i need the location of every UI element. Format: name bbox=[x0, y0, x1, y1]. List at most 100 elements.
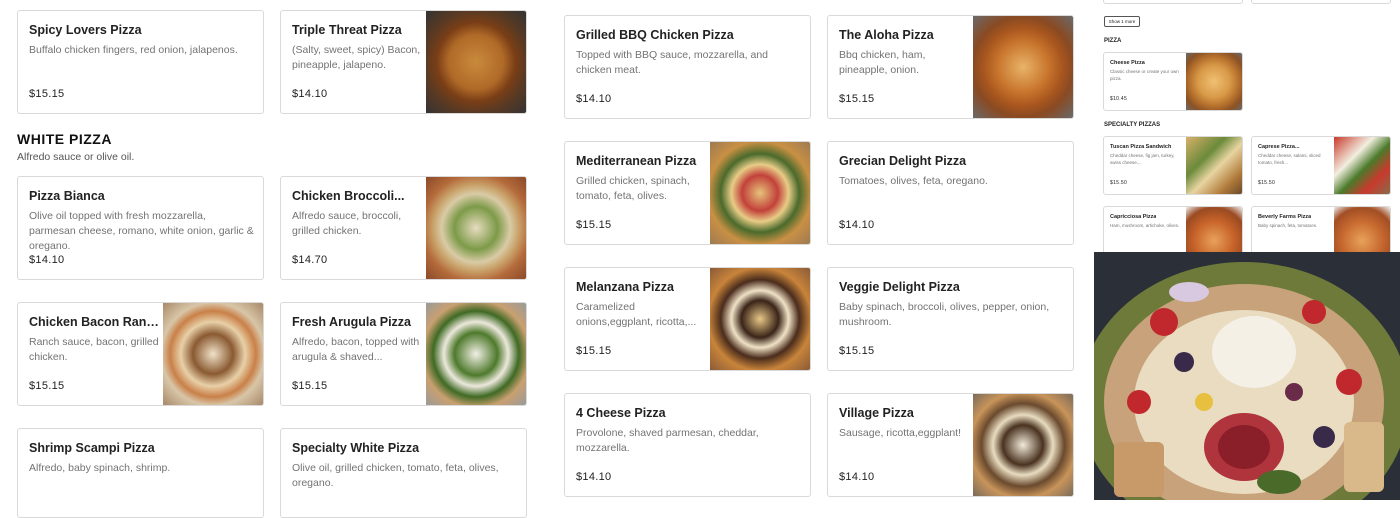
item-name: Grilled BBQ Chicken Pizza bbox=[576, 28, 734, 42]
item-description: Olive oil, grilled chicken, tomato, feta… bbox=[292, 462, 499, 489]
item-price: $15.50 bbox=[1258, 180, 1276, 186]
menu-item-card[interactable]: Grilled BBQ Chicken Pizza Topped with BB… bbox=[564, 15, 811, 119]
item-description: (Salty, sweet, spicy) Bacon, pineapple, … bbox=[292, 44, 421, 71]
item-price: $15.50 bbox=[1110, 180, 1128, 186]
item-name: Mediterranean Pizza bbox=[576, 154, 697, 168]
menu-item-card[interactable]: Mediterranean Pizza Grilled chicken, spi… bbox=[564, 141, 811, 245]
mini-card-top-left[interactable] bbox=[1103, 0, 1243, 4]
item-name: The Aloha Pizza bbox=[839, 28, 934, 42]
item-description: Ranch sauce, bacon, grilled chicken. bbox=[29, 336, 159, 363]
item-price: $14.70 bbox=[292, 254, 328, 266]
item-price: $14.10 bbox=[839, 471, 875, 483]
item-description: Caramelized onions,eggplant, ricotta,... bbox=[576, 301, 697, 328]
mini-menu-item-card[interactable]: Cheese Pizza Classic cheese or create yo… bbox=[1103, 52, 1243, 111]
menu-item-card[interactable]: The Aloha Pizza Bbq chicken, ham, pineap… bbox=[827, 15, 1074, 119]
item-description: Olive oil topped with fresh mozzarella, … bbox=[29, 210, 254, 252]
item-name: Fresh Arugula Pizza bbox=[292, 315, 412, 329]
pizza-photo bbox=[1334, 207, 1390, 255]
item-description: Alfredo sauce, broccoli, grilled chicken… bbox=[292, 210, 402, 237]
item-name: 4 Cheese Pizza bbox=[576, 406, 666, 420]
item-description: Ham, mushroom, artichoke, olives. bbox=[1110, 223, 1180, 228]
item-description: Alfredo, bacon, topped with arugula & sh… bbox=[292, 336, 420, 363]
item-price: $14.10 bbox=[29, 254, 65, 266]
menu-item-card[interactable]: Specialty White Pizza Olive oil, grilled… bbox=[280, 428, 527, 518]
menu-item-card[interactable]: Melanzana Pizza Caramelized onions,eggpl… bbox=[564, 267, 811, 371]
menu-item-card[interactable]: Chicken Broccoli... Alfredo sauce, brocc… bbox=[280, 176, 527, 280]
item-description: Alfredo, baby spinach, shrimp. bbox=[29, 462, 171, 474]
pizza-photo bbox=[973, 16, 1073, 118]
item-name: Shrimp Scampi Pizza bbox=[29, 441, 155, 455]
item-name: Village Pizza bbox=[839, 406, 914, 420]
pizza-photo bbox=[710, 142, 810, 244]
pizza-photo bbox=[426, 11, 526, 113]
item-name: Chicken Broccoli... bbox=[292, 189, 405, 203]
charcuterie-board-photo bbox=[1094, 252, 1400, 500]
item-description: Topped with BBQ sauce, mozzarella, and c… bbox=[576, 49, 769, 76]
item-description: Tomatoes, olives, feta, oregano. bbox=[839, 175, 988, 187]
item-price: $15.15 bbox=[29, 88, 65, 100]
item-description: Bbq chicken, ham, pineapple, onion. bbox=[839, 49, 926, 76]
item-price: $10.45 bbox=[1110, 96, 1128, 102]
item-price: $15.15 bbox=[839, 345, 875, 357]
item-description: Baby spinach, feta, tomatoes. bbox=[1258, 223, 1318, 228]
menu-item-card[interactable]: Shrimp Scampi Pizza Alfredo, baby spinac… bbox=[17, 428, 264, 518]
pizza-photo bbox=[973, 394, 1073, 496]
item-name: Beverly Farms Pizza bbox=[1258, 214, 1312, 220]
item-price: $15.15 bbox=[576, 219, 612, 231]
sandwich-photo bbox=[1186, 137, 1242, 194]
item-name: Melanzana Pizza bbox=[576, 280, 674, 294]
item-description: Baby spinach, broccoli, olives, pepper, … bbox=[839, 301, 1050, 328]
item-description: Sausage, ricotta,eggplant! bbox=[839, 427, 962, 439]
section-title: WHITE PIZZA bbox=[17, 131, 112, 147]
menu-item-card[interactable]: Triple Threat Pizza (Salty, sweet, spicy… bbox=[280, 10, 527, 114]
menu-item-card[interactable]: Veggie Delight Pizza Baby spinach, brocc… bbox=[827, 267, 1074, 371]
item-price: $14.10 bbox=[576, 93, 612, 105]
item-name: Cheese Pizza bbox=[1110, 60, 1145, 66]
section-subtitle: Alfredo sauce or olive oil. bbox=[17, 151, 135, 163]
item-name: Caprese Pizza... bbox=[1258, 144, 1300, 150]
menu-item-card[interactable]: 4 Cheese Pizza Provolone, shaved parmesa… bbox=[564, 393, 811, 497]
item-price: $14.10 bbox=[292, 88, 328, 100]
charcuterie-illustration bbox=[1094, 252, 1400, 500]
item-price: $15.15 bbox=[29, 380, 65, 392]
mini-menu-item-card[interactable]: Beverly Farms Pizza Baby spinach, feta, … bbox=[1251, 206, 1391, 256]
menu-item-card[interactable]: Pizza Bianca Olive oil topped with fresh… bbox=[17, 176, 264, 280]
item-price: $15.15 bbox=[292, 380, 328, 392]
item-name: Specialty White Pizza bbox=[292, 441, 420, 455]
menu-item-card[interactable]: Grecian Delight Pizza Tomatoes, olives, … bbox=[827, 141, 1074, 245]
mini-menu-item-card[interactable]: Capricciosa Pizza Ham, mushroom, articho… bbox=[1103, 206, 1243, 256]
menu-item-card[interactable]: Chicken Bacon Ranch... Ranch sauce, baco… bbox=[17, 302, 264, 406]
item-description: Buffalo chicken fingers, red onion, jala… bbox=[29, 44, 238, 56]
item-price: $15.15 bbox=[576, 345, 612, 357]
pizza-photo bbox=[1186, 53, 1242, 110]
item-name: Veggie Delight Pizza bbox=[839, 280, 960, 294]
item-name: Pizza Bianca bbox=[29, 189, 105, 203]
item-name: Capricciosa Pizza bbox=[1110, 214, 1157, 220]
pizza-photo bbox=[1186, 207, 1242, 255]
pizza-photo bbox=[426, 303, 526, 405]
menu-item-card[interactable]: Spicy Lovers Pizza Buffalo chicken finge… bbox=[17, 10, 264, 114]
menu-item-card[interactable]: Fresh Arugula Pizza Alfredo, bacon, topp… bbox=[280, 302, 527, 406]
pizza-photo bbox=[163, 303, 263, 405]
item-description: Grilled chicken, spinach, tomato, feta, … bbox=[576, 175, 690, 202]
mini-section-title: SPECIALTY PIZZAS bbox=[1104, 122, 1161, 128]
pizza-photo bbox=[710, 268, 810, 370]
item-name: Chicken Bacon Ranch... bbox=[29, 315, 159, 329]
item-description: Cheddar cheese, fig jam, turkey, swiss c… bbox=[1110, 153, 1175, 165]
mini-card-top-right[interactable] bbox=[1251, 0, 1391, 4]
item-name: Grecian Delight Pizza bbox=[839, 154, 967, 168]
item-price: $14.10 bbox=[839, 219, 875, 231]
item-name: Spicy Lovers Pizza bbox=[29, 23, 142, 37]
item-description: Cheddar cheese, salami, sliced tomato, f… bbox=[1258, 153, 1321, 165]
mini-menu-item-card[interactable]: Caprese Pizza... Cheddar cheese, salami,… bbox=[1251, 136, 1391, 195]
item-name: Triple Threat Pizza bbox=[292, 23, 402, 37]
item-description: Provolone, shaved parmesan, cheddar, moz… bbox=[576, 427, 759, 454]
caprese-photo bbox=[1334, 137, 1390, 194]
item-price: $15.15 bbox=[839, 93, 875, 105]
show-more-button[interactable]: Show 1 more bbox=[1104, 16, 1140, 27]
mini-menu-item-card[interactable]: Tuscan Pizza Sandwich Cheddar cheese, fi… bbox=[1103, 136, 1243, 195]
item-name: Tuscan Pizza Sandwich bbox=[1110, 144, 1172, 150]
mini-section-title: PIZZA bbox=[1104, 38, 1122, 44]
menu-item-card[interactable]: Village Pizza Sausage, ricotta,eggplant!… bbox=[827, 393, 1074, 497]
pizza-photo bbox=[426, 177, 526, 279]
